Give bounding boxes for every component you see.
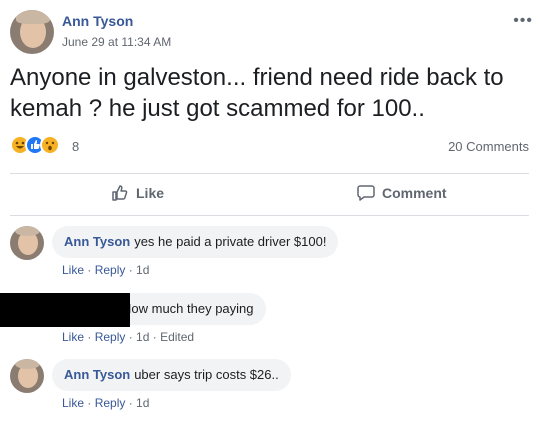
commenter-avatar[interactable] [10,226,44,260]
comment-time[interactable]: 1d [136,396,149,410]
comment-text: yes he paid a private driver $100! [134,234,327,249]
comment-text: uber says trip costs $26.. [134,367,279,382]
comment-item: Ann Tyson uber says trip costs $26.. Like… [10,359,530,411]
comment-bubble: Ann Tyson yes he paid a private driver $1… [52,226,339,258]
reaction-icons[interactable] [10,135,60,155]
comment-reply-link[interactable]: Reply [95,330,126,344]
author-avatar[interactable] [10,10,54,54]
post-header: Ann Tyson June 29 at 11:34 AM ••• [10,10,537,56]
divider [10,215,529,216]
commenter-name[interactable]: Ann Tyson [64,367,130,382]
comment-count[interactable]: 20 Comments [448,139,529,154]
comment-meta: Like · Reply · 1d · Edited [62,330,195,344]
divider [10,173,529,174]
comment-meta: Like · Reply · 1d [62,263,150,277]
comment-bubble: Ann Tyson uber says trip costs $26.. [52,359,291,391]
reaction-count[interactable]: 8 [72,139,79,154]
comment-text: How much they paying [122,301,254,316]
more-horizontal-icon[interactable]: ••• [513,12,533,30]
commenter-avatar[interactable] [10,359,44,393]
author-name[interactable]: Ann Tyson [62,13,133,29]
comment-button-label: Comment [382,185,447,201]
like-button-label: Like [136,185,165,201]
comment-meta: Like · Reply · 1d [62,396,150,410]
reactions-bar: 8 20 Comments [10,135,529,157]
comment-button[interactable]: Comment [356,175,447,211]
comment-reply-link[interactable]: Reply [95,396,126,410]
comment-icon [357,185,375,201]
redaction-block [0,293,130,327]
comment-time[interactable]: 1d [136,263,149,277]
comment-item: Ann Tyson yes he paid a private driver $1… [10,226,530,278]
post-text: Anyone in galveston... friend need ride … [10,64,504,122]
post-timestamp[interactable]: June 29 at 11:34 AM [62,35,171,49]
comment-time[interactable]: 1d [136,330,149,344]
comment-edited[interactable]: Edited [160,330,194,344]
action-bar: Like Comment [10,175,529,211]
commenter-name[interactable]: Ann Tyson [64,234,130,249]
comment-reply-link[interactable]: Reply [95,263,126,277]
comment-like-link[interactable]: Like [62,396,84,410]
like-button[interactable]: Like [110,175,164,211]
wow-icon [40,135,60,155]
comment-bubble: How much they paying [110,293,266,325]
thumbs-up-icon [112,185,128,201]
comment-like-link[interactable]: Like [62,330,84,344]
comment-like-link[interactable]: Like [62,263,84,277]
